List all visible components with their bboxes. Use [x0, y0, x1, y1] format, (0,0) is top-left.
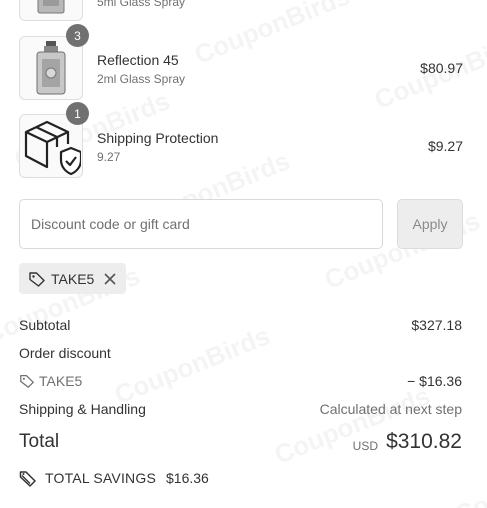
item-variant: 9.27 [97, 150, 121, 164]
subtotal-value: $327.18 [411, 317, 462, 333]
shield-box-icon [24, 120, 81, 176]
item-variant: 2ml Glass Spray [97, 72, 186, 86]
tag-icon [19, 471, 36, 487]
line-item: 3 Reflection 45 2ml Glass Spray $80.97 [19, 24, 463, 100]
applied-code: TAKE5 [51, 270, 95, 287]
watermark: CouponBirds [270, 380, 434, 470]
total-savings-value: $16.36 [166, 470, 209, 486]
total-savings: TOTAL SAVINGS $16.36 [19, 469, 209, 487]
perfume-bottle-icon [37, 0, 65, 14]
total-currency: USD [352, 439, 378, 453]
order-discount-label: Order discount [19, 345, 111, 361]
applied-discount-tag: TAKE5 [19, 263, 126, 294]
subtotal-label: Subtotal [19, 317, 71, 333]
item-price: $9.27 [427, 138, 463, 154]
perfume-bottle-icon [36, 41, 66, 95]
apply-button[interactable]: Apply [397, 199, 463, 249]
shipping-value: Calculated at next step [319, 401, 462, 417]
total-label: Total [19, 431, 60, 452]
item-variant: 5ml Glass Spray [97, 0, 186, 9]
discount-code-row: TAKE5 − $16.36 [19, 373, 462, 393]
item-title: Reflection 45 [97, 52, 179, 68]
quantity-badge: 3 [66, 24, 89, 47]
item-price: $80.97 [420, 60, 463, 76]
order-summary: CouponBirds CouponBirds CouponBirds Coup… [0, 0, 487, 508]
total-value: $310.82 [386, 430, 462, 453]
total-savings-label: TOTAL SAVINGS [45, 470, 156, 486]
remove-discount-icon[interactable] [103, 272, 117, 286]
order-discount-row: Order discount [19, 345, 462, 365]
discount-code-label: TAKE5 [19, 373, 82, 389]
shipping-row: Shipping & Handling Calculated at next s… [19, 401, 462, 421]
shipping-label: Shipping & Handling [19, 401, 146, 417]
product-thumbnail [19, 0, 83, 21]
tag-icon [29, 271, 45, 287]
discount-code-input[interactable] [19, 199, 383, 249]
subtotal-row: Subtotal $327.18 [19, 317, 462, 337]
quantity-badge: 1 [66, 102, 89, 125]
discount-code-text: TAKE5 [39, 373, 83, 389]
line-item: 5ml Glass Spray [19, 0, 463, 21]
item-title: Shipping Protection [97, 130, 219, 146]
discount-value: − $16.36 [407, 373, 462, 389]
tag-icon [20, 375, 34, 388]
line-item: 1 Shipping Protection 9.27 $9.27 [19, 102, 463, 178]
